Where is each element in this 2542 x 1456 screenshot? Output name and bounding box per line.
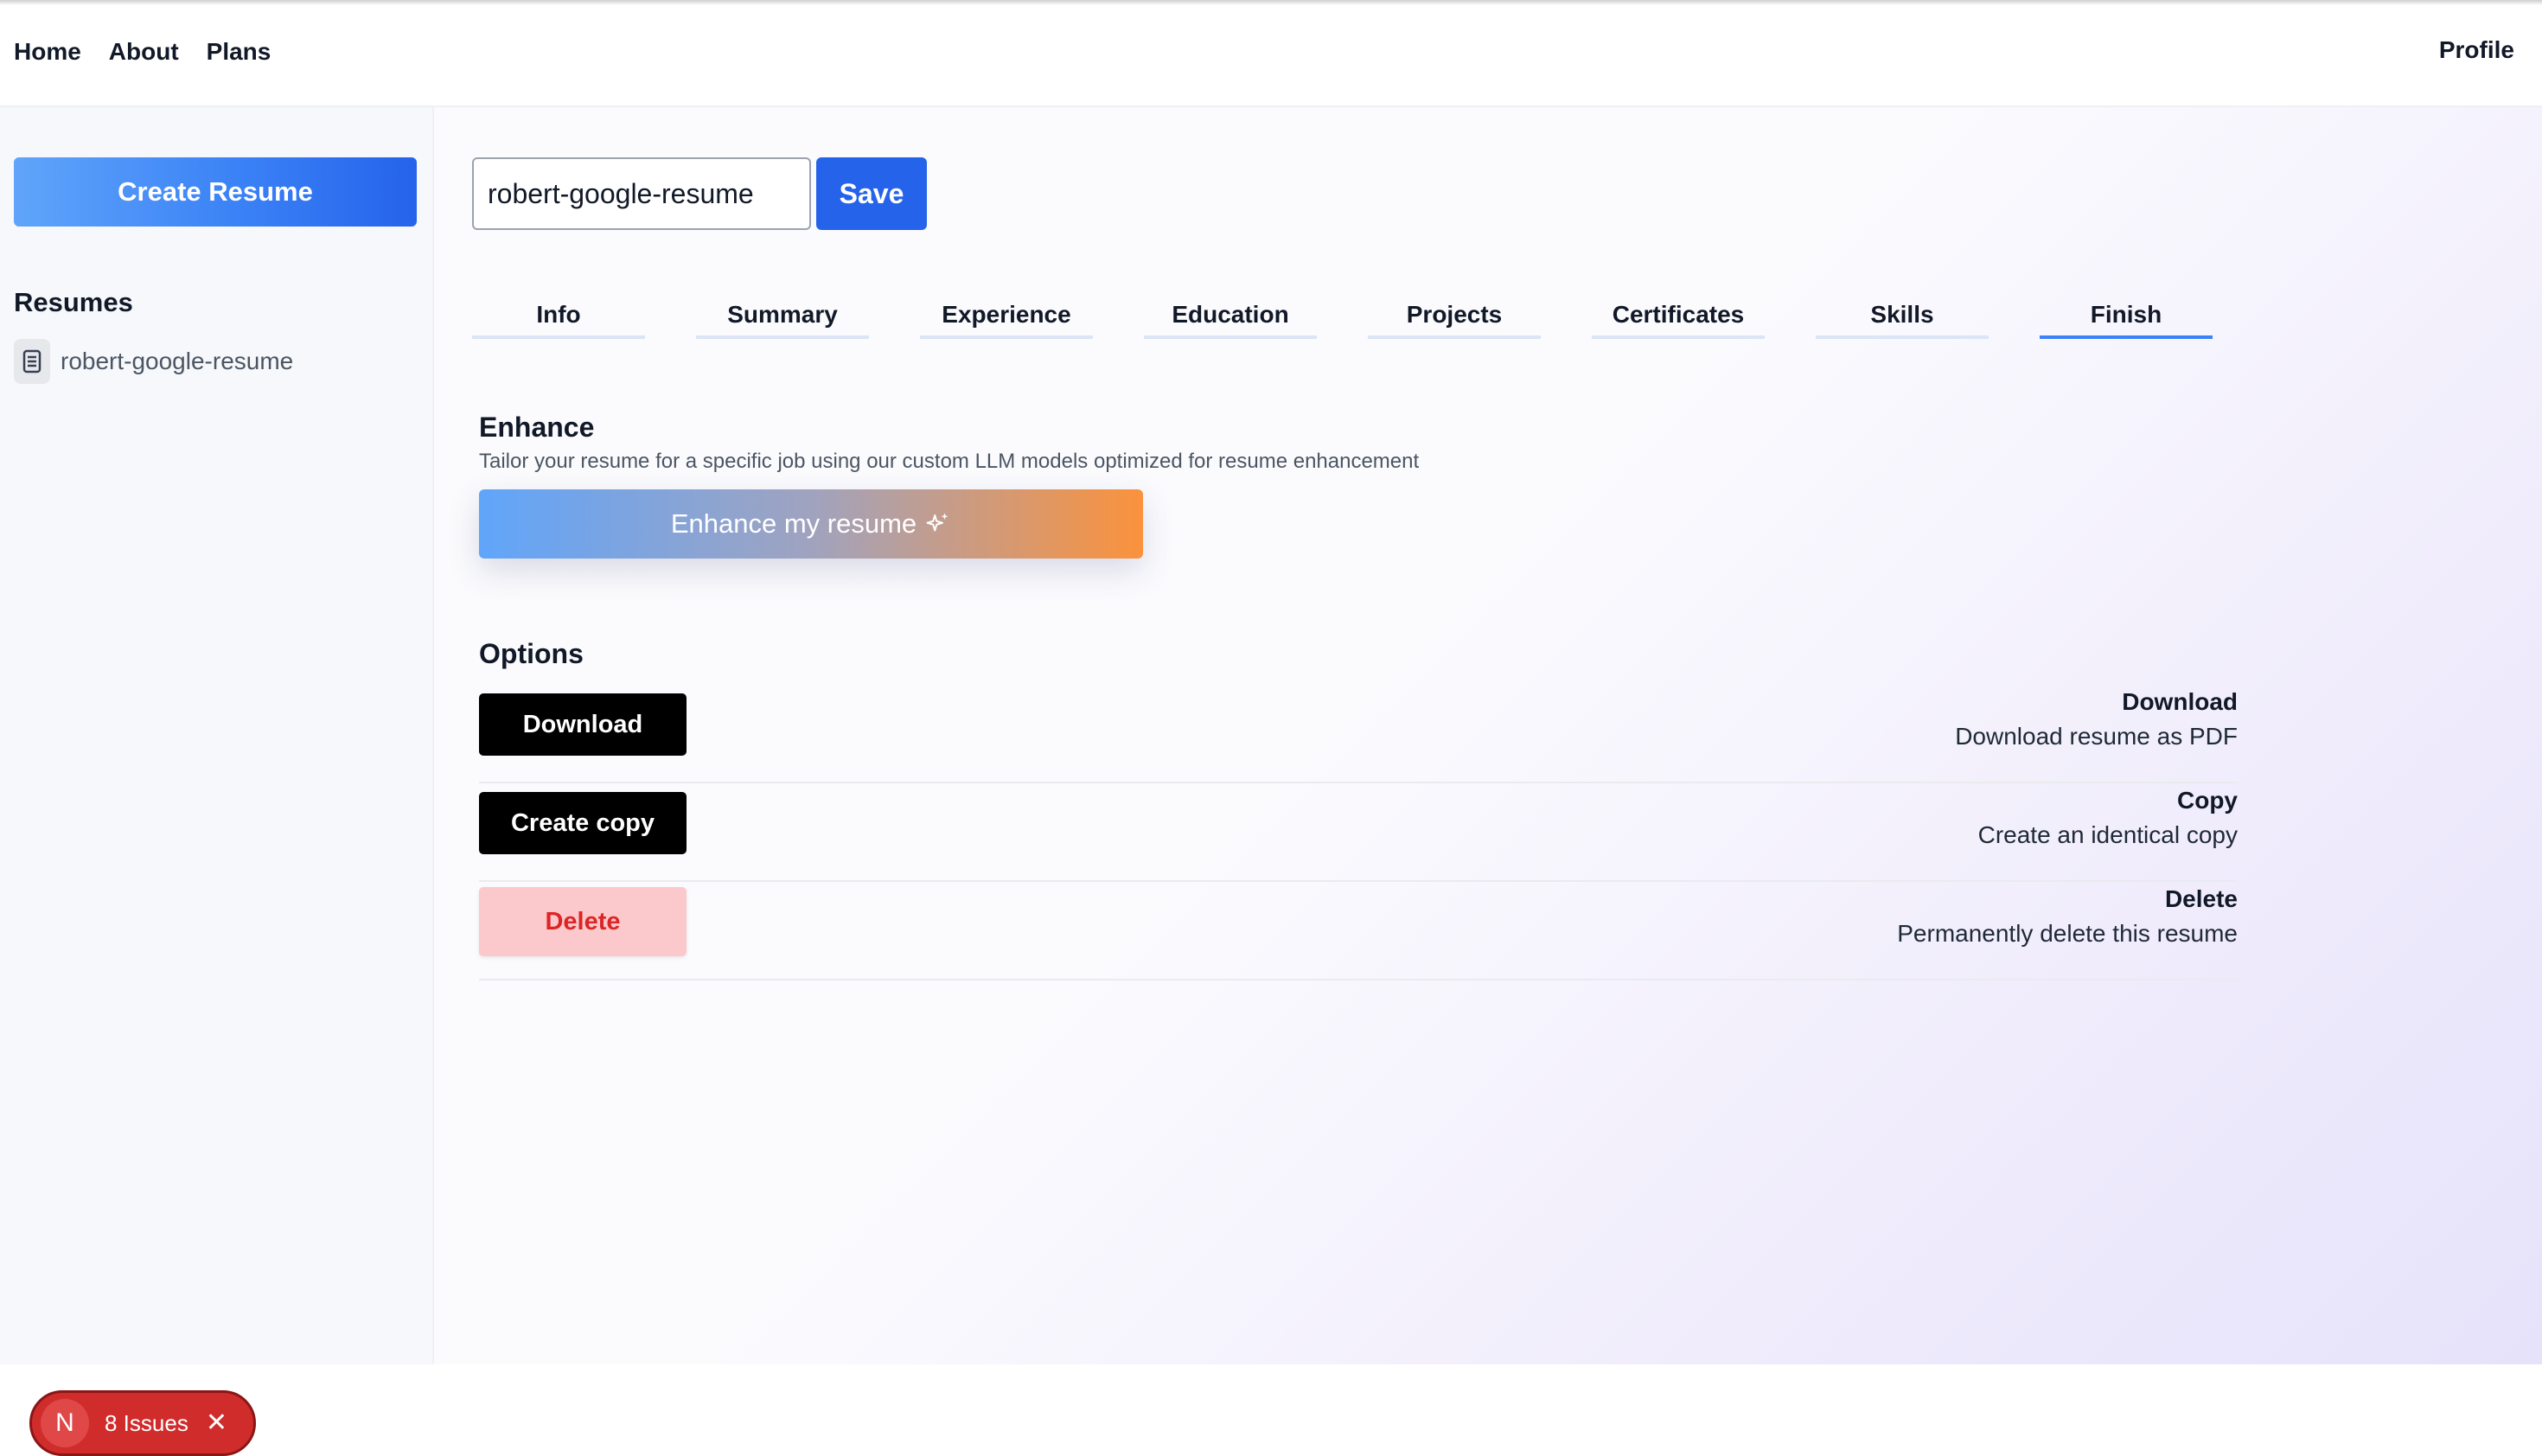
option-row-delete: Delete Delete Permanently delete this re… — [479, 885, 2238, 980]
option-row-copy: Create copy Copy Create an identical cop… — [479, 787, 2238, 882]
delete-button[interactable]: Delete — [479, 887, 687, 956]
section-tabs: Info Summary Experience Education Projec… — [472, 301, 2264, 339]
sidebar: Create Resume Resumes robert-google-resu… — [0, 107, 434, 1456]
tab-info[interactable]: Info — [472, 301, 645, 339]
option-row-download: Download Download Download resume as PDF — [479, 688, 2238, 783]
enhance-button-label: Enhance my resume — [670, 508, 917, 539]
enhance-resume-button[interactable]: Enhance my resume — [479, 489, 1143, 559]
option-info-delete: Delete Permanently delete this resume — [1897, 885, 2238, 948]
close-icon[interactable]: ✕ — [206, 1410, 227, 1436]
enhance-description: Tailor your resume for a specific job us… — [479, 450, 1420, 473]
save-button[interactable]: Save — [816, 157, 927, 230]
nav-home-link[interactable]: Home — [14, 38, 81, 66]
top-navbar: Home About Plans Profile — [0, 0, 2542, 107]
nav-about-link[interactable]: About — [109, 38, 179, 66]
option-description: Create an identical copy — [1977, 821, 2238, 848]
enhance-heading: Enhance — [479, 412, 595, 443]
resume-name-input[interactable] — [472, 157, 811, 230]
option-info-copy: Copy Create an identical copy — [1978, 787, 2238, 849]
profile-link[interactable]: Profile — [2439, 36, 2514, 64]
option-title: Delete — [2164, 885, 2238, 912]
main-nav: Home About Plans — [14, 38, 271, 66]
main-content: Save Info Summary Experience Education P… — [434, 107, 2542, 1364]
tab-projects[interactable]: Projects — [1368, 301, 1541, 339]
tab-experience[interactable]: Experience — [920, 301, 1093, 339]
create-resume-button[interactable]: Create Resume — [14, 157, 417, 227]
tab-education[interactable]: Education — [1144, 301, 1317, 339]
tab-finish[interactable]: Finish — [2040, 301, 2213, 339]
sparkles-icon — [926, 513, 948, 532]
sidebar-item-label: robert-google-resume — [61, 348, 294, 374]
nav-plans-link[interactable]: Plans — [207, 38, 271, 66]
resumes-heading: Resumes — [14, 287, 133, 317]
tab-skills[interactable]: Skills — [1816, 301, 1989, 339]
option-title: Download — [2122, 688, 2238, 715]
sidebar-item-resume[interactable]: robert-google-resume — [14, 339, 293, 384]
issues-badge[interactable]: N 8 Issues ✕ — [29, 1390, 256, 1456]
option-info-download: Download Download resume as PDF — [1955, 688, 2238, 750]
tab-certificates[interactable]: Certificates — [1592, 301, 1765, 339]
option-description: Download resume as PDF — [1955, 723, 2238, 750]
tab-summary[interactable]: Summary — [696, 301, 869, 339]
option-description: Permanently delete this resume — [1897, 920, 2238, 947]
document-icon — [14, 339, 50, 384]
options-heading: Options — [479, 638, 584, 669]
download-button[interactable]: Download — [479, 693, 687, 756]
issues-count: 8 Issues — [105, 1409, 188, 1436]
create-copy-button[interactable]: Create copy — [479, 792, 687, 854]
option-title: Copy — [2177, 787, 2238, 814]
next-logo-icon: N — [41, 1399, 89, 1447]
